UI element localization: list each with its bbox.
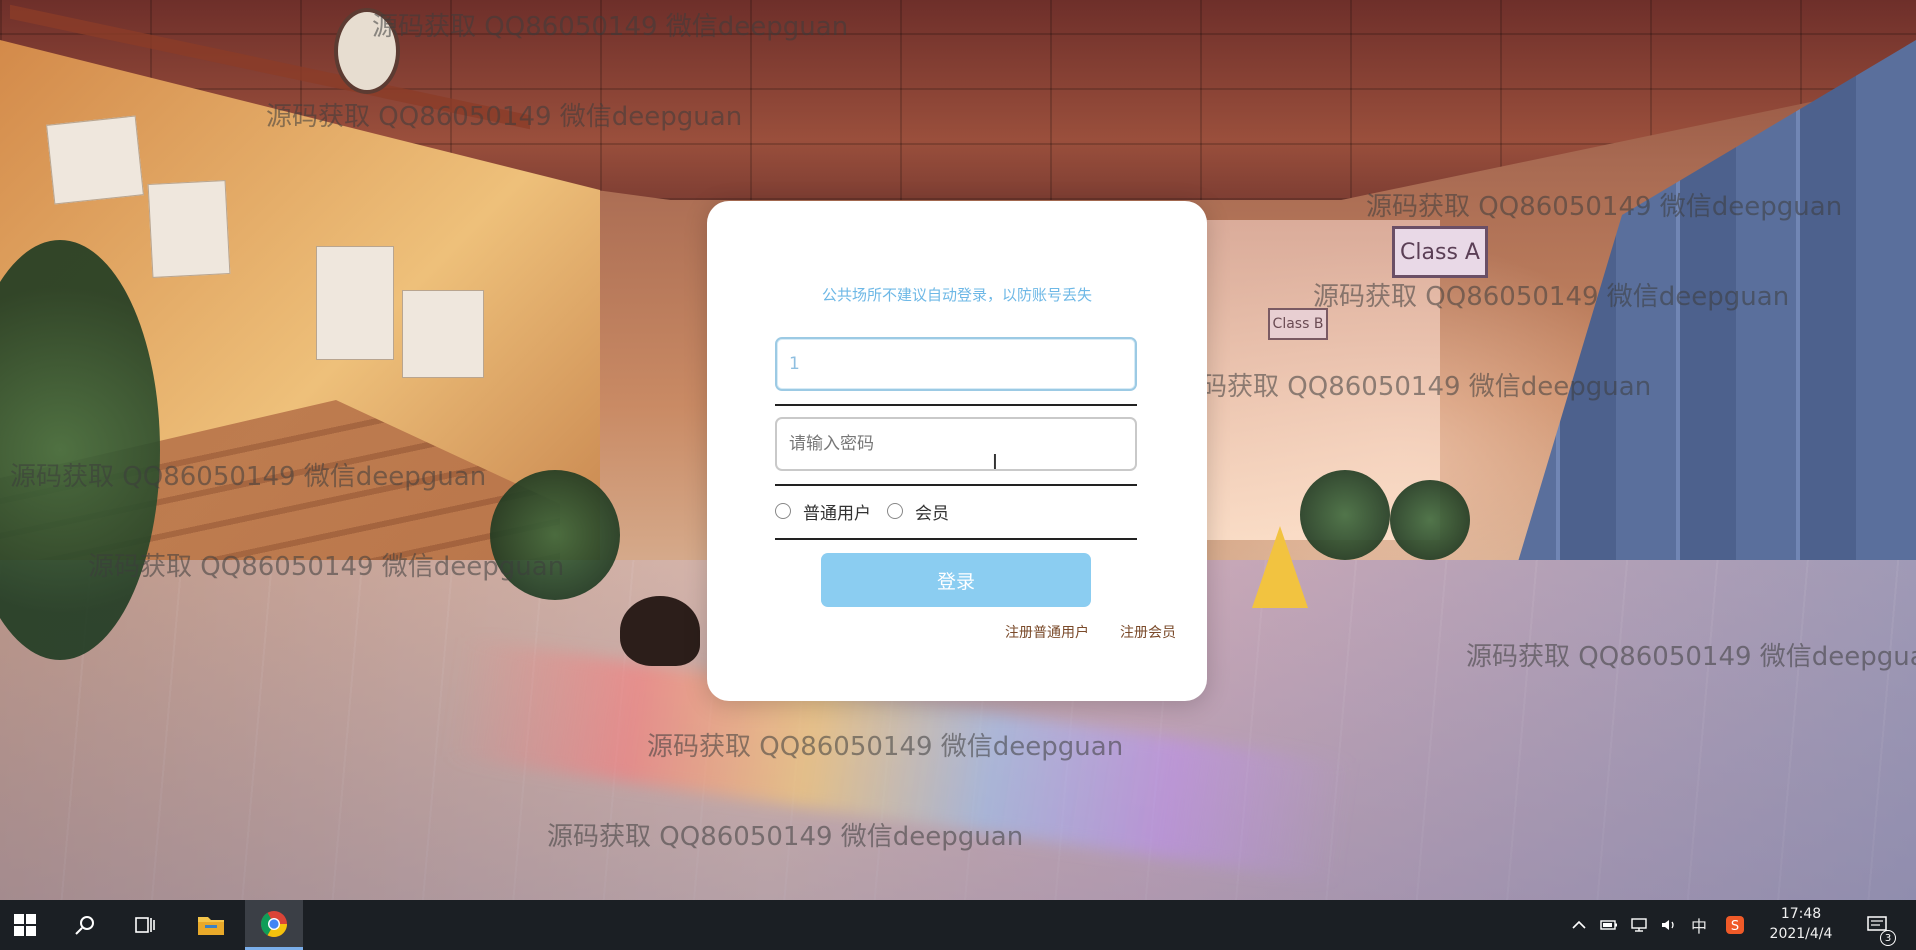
file-explorer-icon[interactable] [185, 900, 237, 950]
plant [1300, 470, 1390, 560]
password-input[interactable] [775, 417, 1137, 471]
svg-text:S: S [1731, 919, 1739, 934]
chrome-icon[interactable] [245, 900, 303, 950]
plant [490, 470, 620, 600]
system-clock[interactable]: 17:48 2021/4/4 [1756, 904, 1846, 944]
network-icon[interactable] [1626, 900, 1652, 950]
chevron-up-icon[interactable] [1566, 900, 1592, 950]
input-method-indicator[interactable]: 中 [1686, 900, 1712, 950]
register-user-link[interactable]: 注册普通用户 [1005, 622, 1089, 642]
taskbar: 中 S 17:48 2021/4/4 3 [0, 900, 1916, 950]
login-button[interactable]: 登录 [821, 553, 1091, 607]
role-label-member[interactable]: 会员 [915, 499, 949, 524]
windows-start-icon[interactable] [0, 900, 50, 950]
poster [46, 115, 144, 205]
divider [775, 538, 1137, 540]
plant [1390, 480, 1470, 560]
poster [402, 290, 484, 378]
role-label-normal-user[interactable]: 普通用户 [803, 499, 871, 524]
task-view-icon[interactable] [120, 900, 170, 950]
radio-normal-user[interactable] [775, 503, 791, 519]
sogou-ime-icon[interactable]: S [1720, 900, 1750, 950]
clock-date: 2021/4/4 [1769, 926, 1833, 942]
search-icon[interactable] [60, 900, 110, 950]
register-member-link[interactable]: 注册会员 [1120, 622, 1176, 642]
cat [620, 596, 700, 666]
login-card: 公共场所不建议自动登录，以防账号丢失 普通用户 会员 登录 注册普通用户 注册会… [707, 201, 1207, 701]
text-cursor-icon: I [992, 450, 998, 474]
security-tip: 公共场所不建议自动登录，以防账号丢失 [821, 286, 1092, 304]
role-selector: 普通用户 会员 [775, 499, 965, 524]
poster [147, 180, 231, 278]
clock-time: 17:48 [1780, 906, 1822, 922]
class-sign: Class A [1392, 226, 1488, 278]
battery-icon[interactable] [1596, 900, 1622, 950]
divider [775, 404, 1137, 406]
username-input[interactable] [775, 337, 1137, 391]
poster [316, 246, 394, 360]
volume-icon[interactable] [1656, 900, 1682, 950]
notification-count: 3 [1880, 930, 1896, 946]
divider [775, 484, 1137, 486]
radio-member[interactable] [887, 503, 903, 519]
wall-clock [334, 8, 400, 94]
class-sign: Class B [1268, 308, 1328, 340]
